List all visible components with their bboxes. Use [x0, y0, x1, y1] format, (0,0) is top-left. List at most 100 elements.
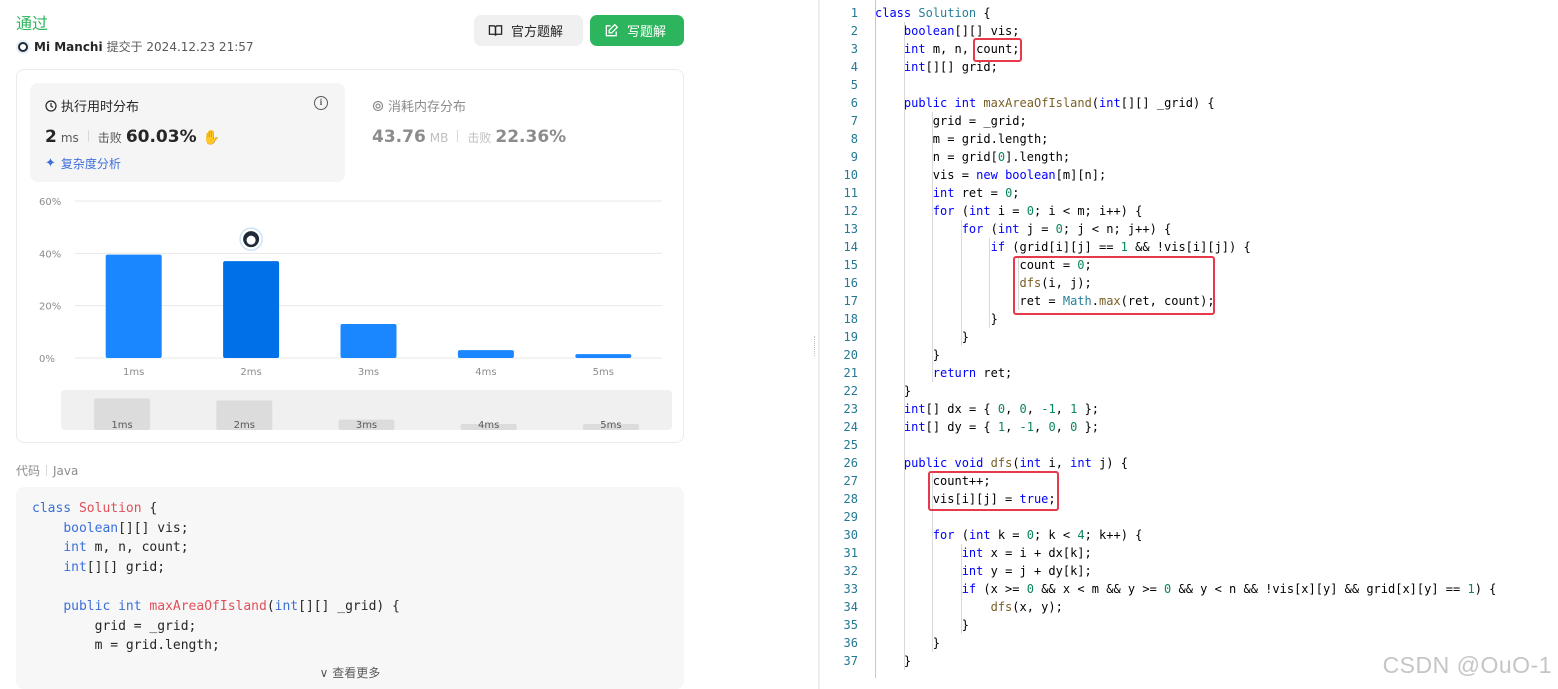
avatar[interactable] — [16, 39, 30, 54]
highlight-box — [928, 471, 1059, 511]
divider — [87, 130, 89, 142]
indent-guide — [904, 22, 905, 670]
code-line[interactable]: class Solution { — [875, 4, 1496, 22]
overview-label: 2ms — [234, 420, 255, 430]
code-line[interactable]: } — [875, 616, 1496, 634]
chevron-double-down-icon: ∨ — [319, 666, 329, 680]
code-line[interactable]: } — [875, 346, 1496, 364]
memory-title: 消耗内存分布 — [372, 96, 466, 115]
code-line[interactable]: return ret; — [875, 364, 1496, 382]
line-number: 36 — [843, 636, 858, 650]
code-line[interactable]: m = grid.length; — [875, 130, 1496, 148]
x-tick-label: 4ms — [475, 367, 496, 378]
code-line[interactable] — [875, 436, 1496, 454]
runtime-title: 执行用时分布 — [45, 96, 139, 115]
code-line[interactable]: int[] dx = { 0, 0, -1, 1 }; — [875, 400, 1496, 418]
avatar-face — [246, 235, 256, 245]
official-solution-button[interactable]: 官方题解 — [474, 15, 583, 46]
clock-icon — [45, 99, 57, 112]
memory-icon — [372, 100, 384, 111]
code-line[interactable]: int[][] grid; — [875, 58, 1496, 76]
code-preview-text: class Solution { boolean[][] vis; int m,… — [32, 499, 400, 656]
code-line[interactable]: grid = _grid; — [875, 112, 1496, 130]
write-solution-button[interactable]: 写题解 — [590, 15, 684, 46]
user-name[interactable]: Mi Manchi — [34, 40, 103, 54]
memory-box[interactable]: 消耗内存分布 43.76 MB 击败 22.36% — [357, 83, 657, 182]
distribution-overview-scroller[interactable]: 1ms 2ms 3ms 4ms 5ms — [61, 390, 672, 430]
x-tick-label: 2ms — [240, 367, 261, 378]
memory-beat-value: 22.36% — [495, 127, 567, 147]
code-editor[interactable]: 1 2 3 4 5 6 7 8 9 10 11 12 13 14 15 16 17 18 19 20 21 22 23 24 2… — [820, 0, 1558, 689]
show-more-button[interactable]: ∨ 查看更多 — [16, 663, 684, 689]
code-line[interactable]: dfs(x, y); — [875, 598, 1496, 616]
code-line[interactable]: if (x >= 0 && x < m && y >= 0 && y < n &… — [875, 580, 1497, 598]
line-number: 21 — [843, 366, 858, 380]
line-number: 20 — [843, 348, 858, 362]
official-solution-label: 官方题解 — [511, 24, 564, 39]
runtime-stats: 2 ms 击败 60.03% ✋ — [45, 127, 220, 147]
code-line: int m, n, count; — [63, 540, 189, 556]
highlight-box — [1013, 256, 1215, 315]
code-line[interactable]: } — [875, 382, 1496, 400]
info-icon[interactable]: i — [314, 96, 328, 110]
code-line[interactable]: } — [875, 634, 1496, 652]
chart-bar[interactable] — [457, 350, 514, 358]
code-line[interactable]: int ret = 0; — [875, 184, 1496, 202]
code-line[interactable]: } — [875, 328, 1496, 346]
chart-bar[interactable] — [575, 354, 632, 358]
runtime-distribution-chart[interactable]: 0% 20% 40% 60% 1ms 2ms 3ms 4ms 5ms — [17, 188, 685, 388]
line-number: 5 — [850, 78, 858, 92]
line-number: 11 — [843, 186, 858, 200]
code-line[interactable]: for (int k = 0; k < 4; k++) { — [875, 526, 1496, 544]
code-line[interactable]: int x = i + dx[k]; — [875, 544, 1496, 562]
x-tick-label: 1ms — [123, 367, 144, 378]
line-number: 13 — [843, 222, 858, 236]
indent-guide — [932, 112, 933, 382]
code-line[interactable]: if (grid[i][j] == 1 && !vis[i][j]) { — [875, 238, 1496, 256]
code-line[interactable]: boolean[][] vis; — [875, 22, 1496, 40]
memory-value: 43.76 — [372, 127, 426, 147]
overview-label: 1ms — [111, 420, 132, 430]
line-number: 35 — [843, 618, 858, 632]
chart-bar[interactable] — [223, 261, 280, 358]
code-line[interactable]: int y = j + dy[k]; — [875, 562, 1496, 580]
editor-code[interactable]: class Solution { boolean[][] vis; int m,… — [875, 4, 1496, 670]
edit-icon — [605, 23, 619, 37]
memory-unit: MB — [429, 131, 449, 145]
code-line[interactable]: public int maxAreaOfIsland(int[][] _grid… — [875, 94, 1496, 112]
chart-bar[interactable] — [340, 323, 397, 358]
code-line[interactable]: int m, n, count; — [875, 40, 1496, 58]
indent-guide — [961, 544, 962, 634]
code-line: grid = _grid; — [32, 618, 197, 634]
chart-bar[interactable] — [105, 254, 162, 358]
code-line[interactable]: vis = new boolean[m][n]; — [875, 166, 1496, 184]
divider — [457, 130, 459, 142]
submission-info: Mi Manchi 提交于 2024.12.23 21:57 — [16, 38, 254, 55]
write-solution-label: 写题解 — [627, 24, 667, 39]
code-section-label: 代码 Java — [16, 463, 79, 479]
code-line[interactable]: for (int j = 0; j < n; j++) { — [875, 220, 1496, 238]
line-number: 10 — [843, 168, 858, 182]
line-number-gutter: 1 2 3 4 5 6 7 8 9 10 11 12 13 14 15 16 17 18 19 20 21 22 23 24 2… — [820, 4, 858, 670]
line-number: 27 — [843, 474, 858, 488]
line-number: 9 — [850, 150, 858, 164]
code-line[interactable]: int[] dy = { 1, -1, 0, 0 }; — [875, 418, 1496, 436]
code-line[interactable] — [875, 76, 1496, 94]
overview-label: 4ms — [478, 420, 499, 430]
code-line[interactable]: for (int i = 0; i < m; i++) { — [875, 202, 1496, 220]
code-line[interactable]: n = grid[0].length; — [875, 148, 1496, 166]
y-tick-label: 0% — [39, 354, 55, 365]
y-tick-label: 20% — [39, 302, 61, 313]
line-number: 24 — [843, 420, 858, 434]
code-line: m = grid.length; — [32, 638, 220, 654]
code-preview: class Solution { boolean[][] vis; int m,… — [16, 487, 684, 689]
complexity-analysis-link[interactable]: ✦ 复杂度分析 — [45, 155, 121, 172]
code-line[interactable]: public void dfs(int i, int j) { — [875, 454, 1496, 472]
sparkle-icon: ✦ — [45, 156, 56, 171]
line-number: 3 — [850, 42, 858, 56]
code-line: public int maxAreaOfIsland(int[][] _grid… — [63, 598, 400, 614]
resize-handle[interactable] — [814, 336, 816, 356]
runtime-box[interactable]: 执行用时分布 i 2 ms 击败 60.03% ✋ ✦ 复杂度分析 — [30, 83, 345, 182]
book-icon — [488, 25, 503, 36]
